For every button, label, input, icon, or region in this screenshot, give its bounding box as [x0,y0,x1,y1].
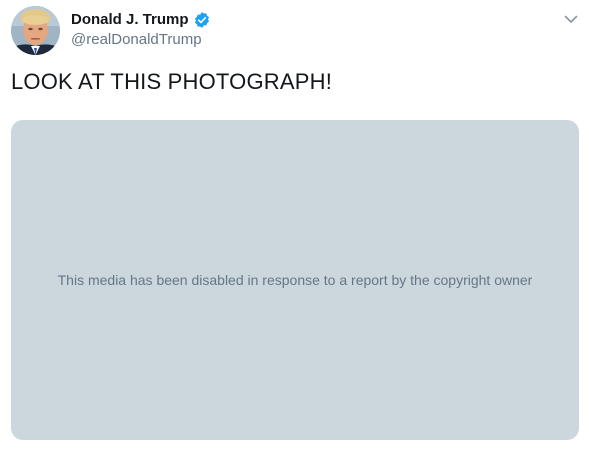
tweet-text: LOOK AT THIS PHOTOGRAPH! [11,69,333,94]
user-info: Donald J. Trump @realDonaldTrump [71,10,211,50]
profile-photo-icon [11,6,60,55]
verified-badge-icon [193,11,211,29]
name-row: Donald J. Trump [71,10,211,30]
chevron-down-icon [564,15,578,23]
tweet: Donald J. Trump @realDonaldTrump LOOK AT… [0,0,589,454]
tweet-menu-button[interactable] [561,9,581,29]
media-placeholder[interactable]: This media has been disabled in response… [11,120,579,440]
avatar[interactable] [11,6,60,55]
display-name[interactable]: Donald J. Trump [71,10,189,30]
user-handle[interactable]: @realDonaldTrump [71,30,211,50]
media-disabled-message: This media has been disabled in response… [57,272,533,288]
